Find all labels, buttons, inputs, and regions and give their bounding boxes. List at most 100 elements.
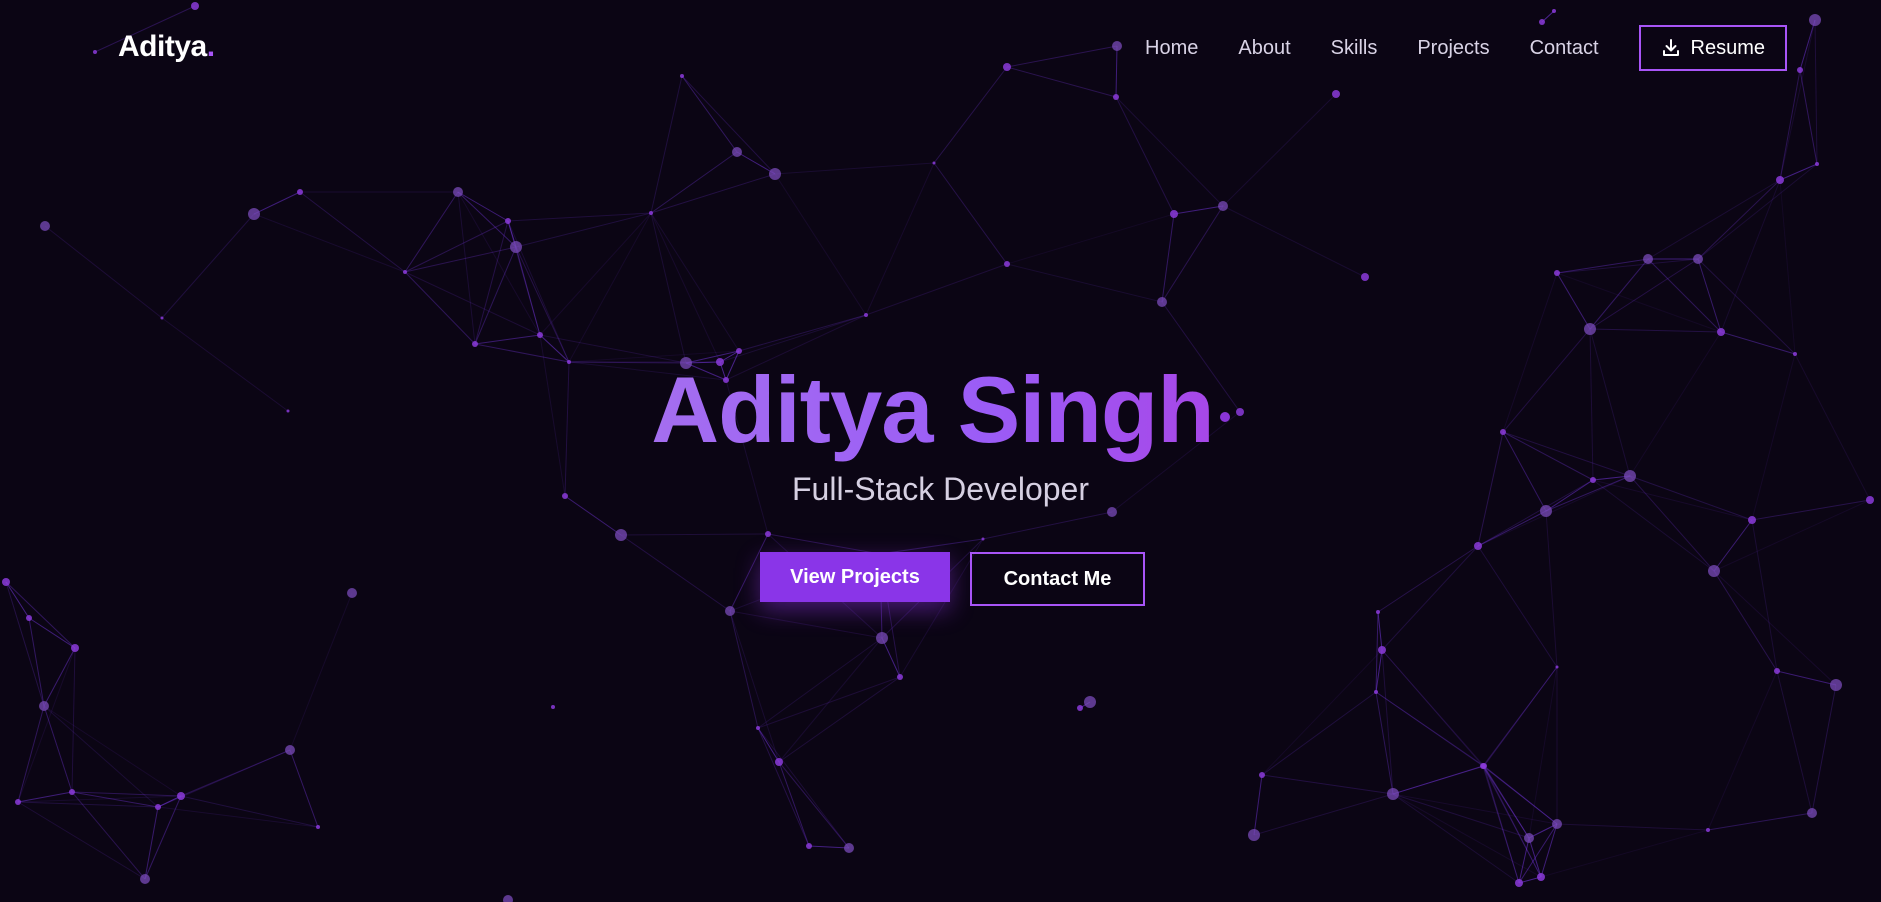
network-link bbox=[1392, 793, 1520, 884]
network-link bbox=[1556, 272, 1722, 333]
network-node bbox=[1717, 328, 1725, 336]
network-node bbox=[15, 799, 21, 805]
network-link bbox=[1589, 328, 1722, 333]
network-node bbox=[26, 615, 32, 621]
network-link bbox=[457, 191, 509, 222]
network-link bbox=[865, 162, 935, 316]
network-node bbox=[981, 537, 985, 541]
network-link bbox=[474, 246, 517, 345]
network-node bbox=[1708, 565, 1720, 577]
network-link bbox=[43, 705, 159, 808]
network-link bbox=[1779, 163, 1818, 181]
network-link bbox=[933, 66, 1008, 164]
network-link bbox=[1697, 163, 1818, 260]
network-link bbox=[44, 225, 163, 319]
network-link bbox=[404, 246, 517, 273]
network-node bbox=[316, 825, 320, 829]
network-link bbox=[1375, 691, 1394, 795]
network-node bbox=[93, 50, 97, 54]
network-node bbox=[649, 211, 653, 215]
network-link bbox=[1482, 765, 1530, 839]
nav-link-home[interactable]: Home bbox=[1145, 24, 1198, 72]
network-link bbox=[650, 212, 687, 364]
network-link bbox=[1776, 670, 1837, 686]
network-link bbox=[180, 795, 319, 828]
network-link bbox=[757, 676, 901, 729]
network-node bbox=[1107, 507, 1117, 517]
network-node bbox=[1748, 516, 1756, 524]
network-node bbox=[1797, 67, 1803, 73]
network-link bbox=[1799, 19, 1816, 71]
network-node bbox=[615, 529, 627, 541]
network-link bbox=[507, 212, 652, 222]
network-node bbox=[1077, 705, 1083, 711]
network-link bbox=[865, 263, 1008, 316]
network-link bbox=[1647, 258, 1722, 333]
network-link bbox=[650, 151, 738, 214]
nav-link-skills[interactable]: Skills bbox=[1331, 24, 1378, 72]
network-link bbox=[1006, 213, 1175, 265]
network-link bbox=[1115, 45, 1118, 98]
network-node bbox=[510, 241, 522, 253]
network-node bbox=[725, 606, 735, 616]
nav-link-projects[interactable]: Projects bbox=[1417, 24, 1489, 72]
network-link bbox=[1006, 45, 1118, 68]
network-link bbox=[1713, 499, 1871, 572]
network-link bbox=[729, 610, 759, 729]
network-link bbox=[568, 212, 652, 363]
network-node bbox=[1378, 646, 1386, 654]
network-node bbox=[191, 2, 199, 10]
network-node bbox=[1706, 828, 1710, 832]
network-link bbox=[1377, 611, 1383, 651]
brand-logo[interactable]: Aditya. bbox=[118, 30, 215, 64]
network-node bbox=[864, 313, 868, 317]
network-link bbox=[1556, 258, 1699, 274]
network-link bbox=[515, 246, 570, 363]
network-node bbox=[1809, 14, 1821, 26]
network-node bbox=[1003, 63, 1011, 71]
network-node bbox=[1113, 94, 1119, 100]
network-link bbox=[1779, 179, 1796, 355]
network-link bbox=[1222, 205, 1366, 278]
network-link bbox=[180, 749, 291, 797]
network-link bbox=[1392, 765, 1484, 795]
view-projects-button[interactable]: View Projects bbox=[760, 552, 950, 602]
nav-link-contact[interactable]: Contact bbox=[1530, 24, 1599, 72]
network-node bbox=[1376, 610, 1380, 614]
network-link bbox=[457, 191, 541, 336]
network-link bbox=[253, 191, 301, 215]
network-node bbox=[297, 189, 303, 195]
network-node bbox=[1004, 261, 1010, 267]
network-node bbox=[537, 332, 543, 338]
network-link bbox=[1556, 258, 1649, 274]
network-link bbox=[1173, 205, 1224, 215]
network-link bbox=[808, 845, 850, 849]
network-link bbox=[474, 334, 541, 345]
network-link bbox=[933, 162, 1008, 265]
network-node bbox=[1112, 41, 1122, 51]
network-link bbox=[17, 647, 76, 803]
network-link bbox=[774, 162, 935, 175]
nav-link-about[interactable]: About bbox=[1238, 24, 1290, 72]
network-link bbox=[1482, 765, 1558, 825]
network-node bbox=[756, 726, 760, 730]
network-node bbox=[1170, 210, 1178, 218]
network-node bbox=[1552, 9, 1556, 13]
network-node bbox=[1815, 162, 1819, 166]
network-link bbox=[1375, 691, 1484, 767]
network-node bbox=[1480, 763, 1486, 769]
resume-button[interactable]: Resume bbox=[1638, 25, 1787, 71]
network-link bbox=[1377, 545, 1479, 613]
network-link bbox=[404, 191, 459, 273]
network-node bbox=[160, 316, 164, 320]
network-node bbox=[403, 270, 407, 274]
network-node bbox=[472, 341, 478, 347]
network-link bbox=[144, 806, 159, 880]
network-link bbox=[1540, 829, 1709, 878]
contact-me-button[interactable]: Contact Me bbox=[970, 552, 1145, 606]
network-link bbox=[157, 806, 319, 828]
network-node bbox=[897, 674, 903, 680]
network-link bbox=[289, 592, 353, 751]
network-link bbox=[729, 610, 780, 763]
network-link bbox=[71, 791, 182, 797]
